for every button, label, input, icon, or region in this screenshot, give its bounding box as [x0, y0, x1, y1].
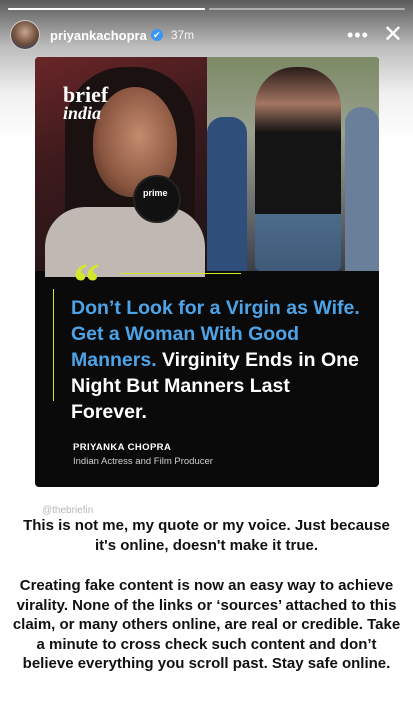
- close-icon[interactable]: ✕: [383, 23, 403, 47]
- microphone-icon: [133, 175, 181, 223]
- caption-disclaimer: This is not me, my quote or my voice. Ju…: [23, 517, 390, 554]
- username[interactable]: priyankachopra: [50, 28, 147, 43]
- author-name: PRIYANKA CHOPRA: [73, 442, 172, 453]
- photo-crowd-left: [207, 117, 247, 271]
- microphone-label: prime: [143, 188, 168, 198]
- quote-divider: [121, 273, 241, 274]
- quote-card: prime brief india “ Don’t Look for a Vir…: [35, 57, 379, 487]
- progress-segment-2: [208, 8, 405, 10]
- brand-logo: brief india: [63, 82, 109, 123]
- photo-coat-shape: [45, 207, 205, 277]
- timestamp: 37m: [170, 28, 195, 42]
- story-header: priyankachopra ✔ 37m ••• ✕: [10, 18, 403, 52]
- progress-fill-1: [8, 8, 205, 10]
- source-handle: @thebriefin: [42, 505, 94, 516]
- photo-crowd-right: [345, 107, 379, 271]
- caption-advice: Creating fake content is now an easy way…: [12, 577, 401, 672]
- photo-interview: prime: [35, 57, 207, 277]
- photo-street: [207, 57, 379, 271]
- photo-person-shape: [255, 67, 341, 271]
- brand-line-1: brief: [63, 82, 109, 107]
- avatar[interactable]: [10, 20, 40, 50]
- quote-vertical-rule: [53, 289, 54, 401]
- progress-segment-1: [8, 8, 205, 10]
- brand-line-2: india: [63, 102, 102, 123]
- story-progress: [8, 8, 405, 10]
- more-options-icon[interactable]: •••: [347, 26, 369, 44]
- author-role: Indian Actress and Film Producer: [73, 456, 213, 467]
- quote-text: Don’t Look for a Virgin as Wife. Get a W…: [71, 295, 371, 425]
- verified-badge-icon: ✔: [150, 29, 163, 41]
